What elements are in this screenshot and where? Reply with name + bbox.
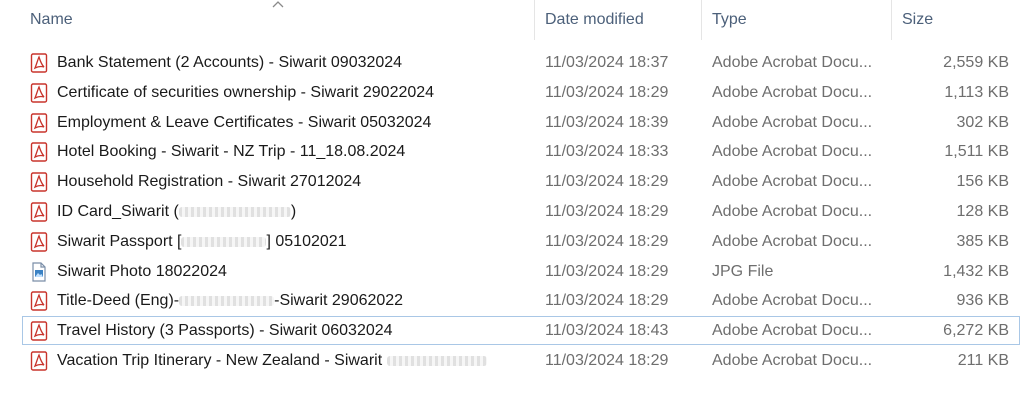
- file-type: Adobe Acrobat Docu...: [712, 83, 873, 101]
- file-name-text: Siwarit Photo 18022024: [57, 262, 227, 280]
- file-name: Siwarit Photo 18022024: [57, 258, 527, 285]
- file-row[interactable]: Household Registration - Siwarit 2701202…: [22, 167, 1020, 196]
- redacted-text: [386, 355, 487, 366]
- file-date-modified: 11/03/2024 18:29: [545, 203, 669, 220]
- file-name-text: Siwarit Passport [: [57, 232, 182, 250]
- file-size: 128 KB: [956, 203, 1009, 220]
- file-name: Travel History (3 Passports) - Siwarit 0…: [57, 317, 527, 344]
- file-date-modified: 11/03/2024 18:39: [545, 113, 669, 131]
- file-row[interactable]: Employment & Leave Certificates - Siwari…: [22, 108, 1020, 137]
- file-size: 385 KB: [956, 232, 1009, 250]
- column-header-bar: Name Date modified Type Size: [0, 0, 1024, 40]
- redacted-text: [179, 296, 275, 307]
- file-name: Hotel Booking - Siwarit - NZ Trip - 11_1…: [57, 138, 527, 165]
- file-date-modified: 11/03/2024 18:29: [545, 262, 669, 280]
- file-row[interactable]: Certificate of securities ownership - Si…: [22, 78, 1020, 107]
- file-name-suffix: ] 05102021: [266, 232, 347, 250]
- file-name-text: Certificate of securities ownership - Si…: [57, 83, 435, 101]
- file-date-modified: 11/03/2024 18:43: [545, 322, 669, 340]
- file-size: 1,511 KB: [944, 143, 1009, 161]
- file-date-modified: 11/03/2024 18:29: [545, 352, 669, 369]
- file-type: Adobe Acrobat Docu...: [712, 54, 873, 71]
- redacted-text: [181, 236, 267, 247]
- jpg-image-icon: [30, 261, 48, 282]
- column-header-name[interactable]: Name: [30, 0, 510, 40]
- file-name: Employment & Leave Certificates - Siwari…: [57, 109, 527, 136]
- column-divider[interactable]: [534, 0, 535, 40]
- file-row[interactable]: Bank Statement (2 Accounts) - Siwarit 09…: [22, 48, 1020, 77]
- file-name-text: Bank Statement (2 Accounts) - Siwarit 09…: [57, 54, 403, 71]
- file-name-text: Title-Deed (Eng)-: [57, 292, 180, 310]
- pdf-icon: [30, 112, 48, 133]
- pdf-icon: [30, 83, 48, 103]
- pdf-icon: [30, 232, 48, 252]
- file-type: Adobe Acrobat Docu...: [712, 113, 873, 131]
- file-name-suffix: ): [290, 203, 297, 220]
- file-name: Household Registration - Siwarit 2701202…: [57, 168, 527, 195]
- column-header-type[interactable]: Type: [712, 0, 882, 40]
- file-name: ID Card_Siwarit (): [57, 198, 527, 225]
- file-size: 156 KB: [956, 173, 1009, 191]
- file-name-text: Travel History (3 Passports) - Siwarit 0…: [57, 322, 393, 340]
- file-name: Certificate of securities ownership - Si…: [57, 79, 527, 106]
- column-header-size[interactable]: Size: [902, 0, 1012, 40]
- column-divider[interactable]: [891, 0, 892, 40]
- file-name: Bank Statement (2 Accounts) - Siwarit 09…: [57, 49, 527, 76]
- file-date-modified: 11/03/2024 18:29: [545, 83, 669, 101]
- file-type: Adobe Acrobat Docu...: [712, 203, 873, 220]
- pdf-icon: [30, 351, 48, 371]
- file-type: Adobe Acrobat Docu...: [712, 352, 873, 369]
- pdf-icon: [30, 53, 48, 73]
- file-size: 302 KB: [956, 113, 1009, 131]
- file-row[interactable]: Siwarit Photo 18022024 11/03/2024 18:29 JP…: [22, 257, 1020, 286]
- file-date-modified: 11/03/2024 18:29: [545, 173, 669, 191]
- pdf-icon: [30, 291, 48, 312]
- file-type: Adobe Acrobat Docu...: [712, 322, 873, 340]
- file-type: JPG File: [712, 262, 774, 280]
- column-header-date-modified[interactable]: Date modified: [545, 0, 695, 40]
- file-name: Title-Deed (Eng)- -Siwarit 29062022: [57, 287, 527, 314]
- file-row[interactable]: Siwarit Passport [ ] 05102021 11/03/2024 1…: [22, 227, 1020, 256]
- file-row[interactable]: Vacation Trip Itinerary - New Zealand - …: [22, 346, 1020, 375]
- redacted-text: [178, 206, 291, 217]
- file-type: Adobe Acrobat Docu...: [712, 173, 873, 191]
- file-date-modified: 11/03/2024 18:37: [545, 54, 669, 71]
- file-type: Adobe Acrobat Docu...: [712, 292, 873, 310]
- pdf-icon: [30, 172, 48, 192]
- file-row[interactable]: ID Card_Siwarit () 11/03/2024 18:29 Adobe …: [22, 197, 1020, 226]
- file-name-text: Vacation Trip Itinerary - New Zealand - …: [57, 352, 387, 369]
- file-row[interactable]: Title-Deed (Eng)- -Siwarit 29062022 11/03/…: [22, 286, 1020, 315]
- file-type: Adobe Acrobat Docu...: [712, 232, 873, 250]
- file-name-text: ID Card_Siwarit (: [57, 203, 179, 220]
- file-size: 6,272 KB: [943, 322, 1009, 340]
- file-name: Siwarit Passport [ ] 05102021: [57, 228, 527, 255]
- pdf-icon: [30, 142, 48, 163]
- file-name: Vacation Trip Itinerary - New Zealand - …: [57, 347, 527, 374]
- file-name-text: Hotel Booking - Siwarit - NZ Trip - 11_1…: [57, 143, 406, 161]
- pdf-icon: [30, 202, 48, 222]
- file-size: 211 KB: [957, 352, 1009, 369]
- file-size: 936 KB: [956, 292, 1009, 310]
- column-divider[interactable]: [701, 0, 702, 40]
- file-size: 2,559 KB: [943, 54, 1009, 71]
- pdf-icon: [30, 321, 48, 341]
- file-date-modified: 11/03/2024 18:29: [545, 292, 669, 310]
- file-size: 1,432 KB: [943, 262, 1009, 280]
- file-date-modified: 11/03/2024 18:29: [545, 232, 669, 250]
- file-date-modified: 11/03/2024 18:33: [545, 143, 669, 161]
- file-name-text: Household Registration - Siwarit 2701202…: [57, 173, 362, 191]
- file-name-text: Employment & Leave Certificates - Siwari…: [57, 113, 432, 131]
- file-row[interactable]: Travel History (3 Passports) - Siwarit 0…: [22, 316, 1020, 346]
- file-row[interactable]: Hotel Booking - Siwarit - NZ Trip - 11_1…: [22, 137, 1020, 166]
- file-name-suffix: -Siwarit 29062022: [274, 292, 404, 310]
- file-size: 1,113 KB: [944, 83, 1009, 101]
- file-type: Adobe Acrobat Docu...: [712, 143, 873, 161]
